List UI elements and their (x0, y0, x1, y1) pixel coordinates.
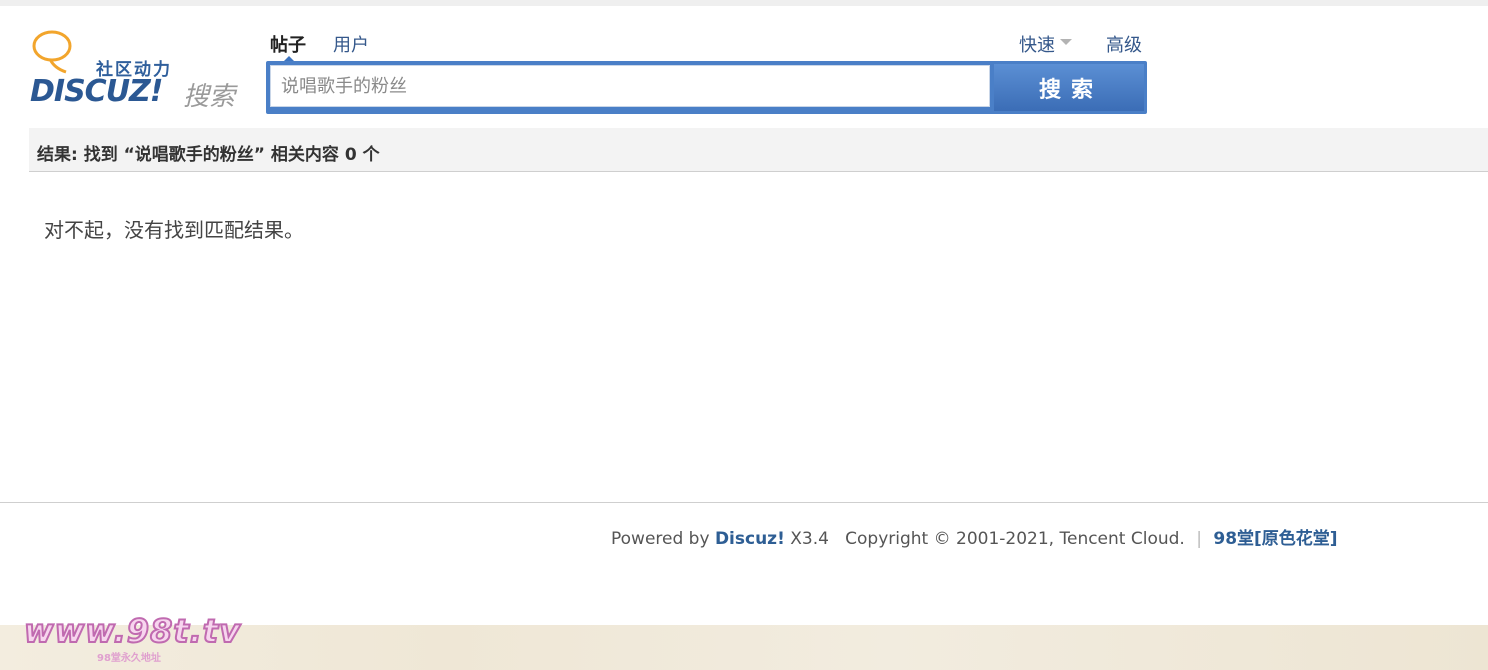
version-label: X3.4 (790, 529, 829, 549)
search-button[interactable]: 搜索 (994, 64, 1144, 111)
footer-separator: | (1196, 529, 1202, 549)
discuz-link[interactable]: Discuz! (715, 529, 785, 549)
powered-by-label: Powered by (611, 529, 710, 549)
speech-bubble-icon (32, 30, 72, 74)
result-summary: 结果: 找到 “说唱歌手的粉丝” 相关内容 0 个 (37, 145, 380, 165)
tab-users[interactable]: 用户 (333, 31, 369, 57)
top-strip (0, 0, 1488, 6)
chevron-down-icon[interactable] (1060, 39, 1072, 45)
watermark-subtitle: 98堂永久地址 (97, 653, 161, 664)
copyright-text[interactable]: Copyright © 2001-2021, Tencent Cloud. (845, 529, 1185, 549)
search-input[interactable] (270, 65, 990, 107)
discuz-logo[interactable]: 社区动力 DISCUZ! 搜索 (28, 28, 248, 112)
logo-brand: DISCUZ! (30, 74, 163, 109)
site-name-link[interactable]: 98堂[原色花堂] (1213, 529, 1337, 549)
footer-divider (0, 502, 1488, 503)
advanced-search-link[interactable]: 高级 (1106, 31, 1142, 57)
result-header: 结果: 找到 “说唱歌手的粉丝” 相关内容 0 个 (29, 128, 1488, 172)
tab-posts[interactable]: 帖子 (270, 31, 306, 57)
logo-search-suffix: 搜索 (183, 82, 236, 112)
footer: Powered by Discuz! X3.4 Copyright © 2001… (611, 524, 1338, 549)
watermark-logo: www.98t.tv (23, 611, 241, 651)
quick-search-dropdown[interactable]: 快速 (1019, 31, 1055, 57)
no-results-message: 对不起，没有找到匹配结果。 (44, 218, 304, 242)
